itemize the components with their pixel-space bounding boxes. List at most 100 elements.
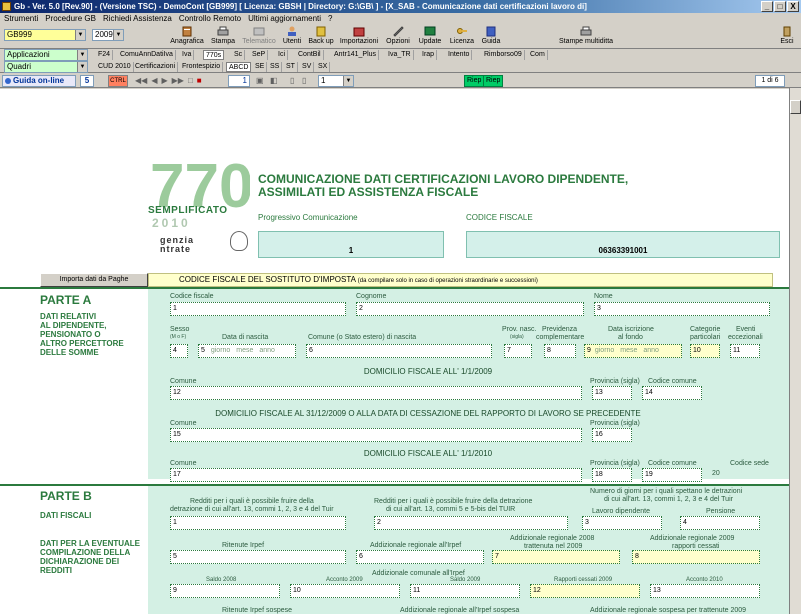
cf-sostituto-field[interactable]: CODICE FISCALE DEL SOSTITUTO D'IMPOSTA (… — [148, 273, 773, 287]
tab-sc[interactable]: Sc — [232, 50, 246, 60]
tab-ici[interactable]: Ici — [276, 50, 288, 60]
provincia-2009-field[interactable]: 13 — [592, 386, 632, 400]
document-copy-icon[interactable]: ▯ — [302, 76, 306, 85]
import-paghe-button[interactable]: Importa dati da Paghe — [40, 273, 148, 287]
quadri-select[interactable]: Quadri ▼ — [4, 61, 88, 73]
guida-online-button[interactable]: Guida on-line — [2, 75, 76, 87]
tab-iva[interactable]: Iva — [180, 50, 195, 60]
backup-button[interactable]: Back up — [306, 26, 336, 48]
sesso-field[interactable]: 4 — [170, 344, 188, 358]
tab-contbil[interactable]: ContBil — [296, 50, 324, 60]
menu-procedure-gb[interactable]: Procedure GB — [45, 13, 96, 25]
tab-intento[interactable]: Intento — [446, 50, 473, 60]
delete-page-icon[interactable]: ■ — [197, 76, 202, 85]
tab-com[interactable]: Com — [528, 50, 548, 60]
tab-ss[interactable]: SS — [268, 62, 283, 72]
lavoro-field[interactable]: 3 — [582, 516, 662, 530]
restore-button[interactable]: □ — [774, 1, 786, 12]
stampe-multiditta-button[interactable]: Stampe multiditta — [556, 26, 616, 48]
menu-richiedi-assistenza[interactable]: Richiedi Assistenza — [103, 13, 172, 25]
last-page-icon[interactable]: ▶▶ — [172, 76, 184, 85]
provincia-cess-field[interactable]: 16 — [592, 428, 632, 442]
prov-nasc-field[interactable]: 7 — [504, 344, 532, 358]
company-select[interactable]: GB999 ▼ — [4, 29, 86, 41]
tab-frontespizio[interactable]: Frontespizio — [180, 62, 224, 72]
iscr-field[interactable]: 9 giorno mese anno — [584, 344, 682, 358]
tab-cud-2010[interactable]: CUD 2010 — [96, 62, 134, 72]
menu-controllo-remoto[interactable]: Controllo Remoto — [179, 13, 241, 25]
menu-help[interactable]: ? — [328, 13, 332, 25]
menu-strumenti[interactable]: Strumenti — [4, 13, 38, 25]
esci-button[interactable]: Esci — [776, 26, 798, 48]
add-reg-2008-field[interactable]: 7 — [492, 550, 620, 564]
ctrl-button[interactable]: CTRL — [108, 75, 128, 87]
year-select[interactable]: 2009 ▼ — [92, 29, 124, 41]
document-icon[interactable]: ▯ — [290, 76, 294, 85]
cf-dip-field[interactable]: 1 — [170, 302, 346, 316]
riep-button-1[interactable]: Riep — [464, 75, 485, 87]
applicazioni-select[interactable]: Applicazioni ▼ — [4, 49, 88, 61]
telematico-button[interactable]: Telematico — [240, 26, 278, 48]
eventi-field[interactable]: 11 — [730, 344, 760, 358]
saldo2009-field[interactable]: 11 — [410, 584, 520, 598]
close-button[interactable]: X — [787, 1, 799, 12]
tab-antr141-plus[interactable]: Antr141_Plus — [332, 50, 380, 60]
comune-nasc-field[interactable]: 6 — [306, 344, 492, 358]
tab-se[interactable]: SE — [253, 62, 268, 72]
acconto2009-field[interactable]: 10 — [290, 584, 400, 598]
utenti-button[interactable]: Utenti — [281, 26, 303, 48]
pensione-field[interactable]: 4 — [680, 516, 760, 530]
tab-sep[interactable]: SeP — [250, 50, 269, 60]
tab-irap[interactable]: Irap — [420, 50, 438, 60]
redditi1-field[interactable]: 1 — [170, 516, 346, 530]
codcomune-2009-field[interactable]: 14 — [642, 386, 702, 400]
tab-comuanndatiiva[interactable]: ComuAnnDatiIva — [118, 50, 176, 60]
importazioni-button[interactable]: Importazioni — [339, 26, 379, 48]
prog-field[interactable]: 1 — [258, 231, 444, 258]
prev-page-icon[interactable]: ◀ — [151, 76, 157, 85]
tab-770s[interactable]: 770s — [203, 50, 225, 60]
page-select[interactable]: 1 ▼ — [318, 75, 354, 87]
five-button[interactable]: 5 — [80, 75, 94, 87]
codsede-field[interactable]: 20 — [712, 470, 720, 477]
ritenute-field[interactable]: 5 — [170, 550, 346, 564]
tab-sx[interactable]: SX — [316, 62, 331, 72]
nome-field[interactable]: 3 — [594, 302, 770, 316]
tab-certificazioni[interactable]: Certificazioni — [133, 62, 179, 72]
anagrafica-button[interactable]: Anagrafica — [170, 26, 204, 48]
categorie-field[interactable]: 10 — [690, 344, 720, 358]
codcomune-2010-field[interactable]: 19 — [642, 468, 702, 482]
new-page-icon[interactable]: □ — [188, 76, 193, 85]
guida-button[interactable]: Guida — [480, 26, 502, 48]
tab-st[interactable]: ST — [284, 62, 298, 72]
opzioni-button[interactable]: Opzioni — [385, 26, 411, 48]
page-input[interactable]: 1 — [228, 75, 250, 87]
licenza-button[interactable]: Licenza — [448, 26, 476, 48]
comune-cess-field[interactable]: 15 — [170, 428, 582, 442]
tab-rimborso09[interactable]: Rimborso09 — [482, 50, 525, 60]
tab-f24[interactable]: F24 — [96, 50, 114, 60]
nascita-field[interactable]: 5 giorno mese anno — [198, 344, 296, 358]
riep-button-2[interactable]: Riep — [483, 75, 504, 87]
cognome-field[interactable]: 2 — [356, 302, 584, 316]
comune-2010-field[interactable]: 17 — [170, 468, 582, 482]
menu-ultimi-aggiornamenti[interactable]: Ultimi aggiornamenti — [248, 13, 321, 25]
rapporti2009-field[interactable]: 12 — [530, 584, 640, 598]
add-reg-field[interactable]: 6 — [356, 550, 484, 564]
first-page-icon[interactable]: ◀◀ — [135, 76, 147, 85]
tab-sv[interactable]: SV — [300, 62, 315, 72]
update-button[interactable]: Update — [417, 26, 443, 48]
saldo2008-field[interactable]: 9 — [170, 584, 280, 598]
provincia-2010-field[interactable]: 18 — [592, 468, 632, 482]
copy-icon[interactable]: ▣ — [256, 76, 264, 85]
next-page-icon[interactable]: ▶ — [161, 76, 167, 85]
redditi2-field[interactable]: 2 — [374, 516, 568, 530]
tab-iva-tr[interactable]: Iva_TR — [386, 50, 414, 60]
previdenza-field[interactable]: 8 — [544, 344, 576, 358]
cf-field[interactable]: 06363391001 — [466, 231, 780, 258]
vertical-scrollbar[interactable] — [789, 88, 801, 614]
acconto2010-field[interactable]: 13 — [650, 584, 760, 598]
comune-2009-field[interactable]: 12 — [170, 386, 582, 400]
paste-icon[interactable]: ◧ — [270, 76, 278, 85]
add-reg-2009-field[interactable]: 8 — [632, 550, 760, 564]
